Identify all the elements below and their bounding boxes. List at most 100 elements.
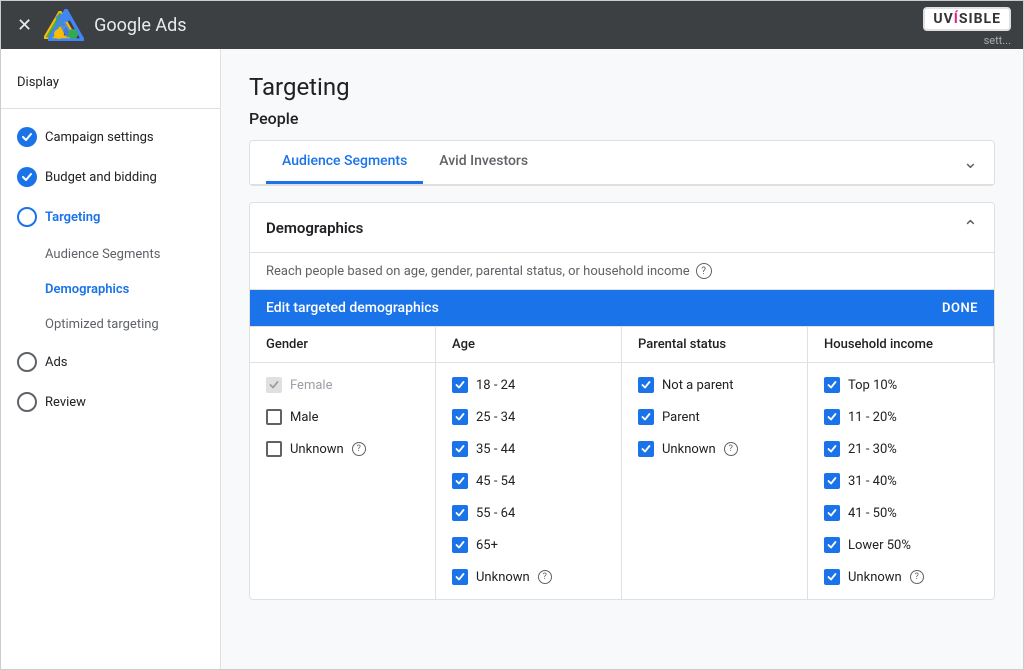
sidebar-item-budget-bidding[interactable]: Budget and bidding: [1, 157, 220, 197]
description-text: Reach people based on age, gender, paren…: [266, 264, 690, 279]
sidebar-item-review[interactable]: Review: [1, 382, 220, 422]
chevron-down-icon[interactable]: ⌄: [963, 152, 978, 173]
checkbox-41-50[interactable]: [824, 505, 840, 521]
income-unknown-row[interactable]: Unknown ?: [824, 563, 978, 591]
age-65plus-row[interactable]: 65+: [452, 531, 605, 559]
checkbox-lower50[interactable]: [824, 537, 840, 553]
income-top10-row[interactable]: Top 10%: [824, 371, 978, 399]
gender-unknown-row[interactable]: Unknown ?: [266, 435, 419, 463]
income-unknown-label: Unknown: [848, 570, 902, 585]
age-35-44-label: 35 - 44: [476, 442, 515, 457]
checkbox-45-54[interactable]: [452, 473, 468, 489]
ads-label: Ads: [45, 355, 68, 370]
not-parent-label: Not a parent: [662, 378, 733, 393]
income-31-40-row[interactable]: 31 - 40%: [824, 467, 978, 495]
gender-female-row[interactable]: Female: [266, 371, 419, 399]
checkbox-gender-unknown[interactable]: [266, 441, 282, 457]
income-41-50-row[interactable]: 41 - 50%: [824, 499, 978, 527]
checkbox-income-unknown[interactable]: [824, 569, 840, 585]
gender-unknown-label: Unknown: [290, 442, 344, 457]
checkbox-18-24[interactable]: [452, 377, 468, 393]
checkbox-31-40[interactable]: [824, 473, 840, 489]
age-18-24-label: 18 - 24: [476, 378, 515, 393]
demographics-table: Gender Age Parental status Household inc…: [250, 326, 994, 599]
checkbox-parental-unknown[interactable]: [638, 441, 654, 457]
sidebar-item-ads[interactable]: Ads: [1, 342, 220, 382]
income-21-30-row[interactable]: 21 - 30%: [824, 435, 978, 463]
settings-label: sett...: [984, 34, 1011, 47]
col-parental-status: Not a parent Parent Unknown ?: [622, 363, 808, 599]
demographics-section: Demographics ⌃ Reach people based on age…: [249, 202, 995, 600]
parent-label: Parent: [662, 410, 700, 425]
review-label: Review: [45, 395, 86, 410]
checkbox-not-parent[interactable]: [638, 377, 654, 393]
income-lower50-row[interactable]: Lower 50%: [824, 531, 978, 559]
age-25-34-row[interactable]: 25 - 34: [452, 403, 605, 431]
age-unknown-label: Unknown: [476, 570, 530, 585]
income-11-20-row[interactable]: 11 - 20%: [824, 403, 978, 431]
checkbox-35-44[interactable]: [452, 441, 468, 457]
top10-label: Top 10%: [848, 378, 897, 393]
checkbox-age-unknown[interactable]: [452, 569, 468, 585]
app-window: ✕ Google Ads UVÍSIBLE set: [0, 0, 1024, 670]
people-section-title: People: [249, 109, 995, 128]
sidebar-item-audience-segments[interactable]: Audience Segments: [1, 237, 220, 272]
sidebar-item-optimized-targeting[interactable]: Optimized targeting: [1, 307, 220, 342]
age-25-34-label: 25 - 34: [476, 410, 515, 425]
col-header-age: Age: [436, 327, 622, 363]
sidebar-item-targeting[interactable]: Targeting: [1, 197, 220, 237]
checkbox-11-20[interactable]: [824, 409, 840, 425]
collapse-icon[interactable]: ⌃: [963, 217, 978, 238]
done-button[interactable]: DONE: [942, 301, 978, 316]
female-label: Female: [290, 378, 332, 393]
age-45-54-row[interactable]: 45 - 54: [452, 467, 605, 495]
page-title: Targeting: [249, 73, 995, 101]
tab-audience-segments[interactable]: Audience Segments: [266, 141, 423, 184]
campaign-settings-label: Campaign settings: [45, 130, 154, 145]
app-title: Google Ads: [94, 15, 186, 36]
optimized-targeting-label: Optimized targeting: [45, 317, 159, 332]
lower50-label: Lower 50%: [848, 538, 911, 553]
checkbox-top10[interactable]: [824, 377, 840, 393]
col-header-gender: Gender: [250, 327, 436, 363]
tab-avid-investors[interactable]: Avid Investors: [423, 141, 544, 184]
income-11-20-label: 11 - 20%: [848, 410, 897, 425]
age-65plus-label: 65+: [476, 538, 498, 553]
col-household-income: Top 10% 11 - 20% 21 - 30% 31 - 40%: [808, 363, 994, 599]
checkbox-parent[interactable]: [638, 409, 654, 425]
open-circle-review: [17, 392, 37, 412]
age-55-64-row[interactable]: 55 - 64: [452, 499, 605, 527]
uvisible-badge: UVÍSIBLE: [923, 7, 1011, 31]
checkbox-65plus[interactable]: [452, 537, 468, 553]
checkbox-female[interactable]: [266, 377, 282, 393]
gender-male-row[interactable]: Male: [266, 403, 419, 431]
age-unknown-row[interactable]: Unknown ?: [452, 563, 605, 591]
check-icon-campaign: [17, 127, 37, 147]
parental-parent-row[interactable]: Parent: [638, 403, 791, 431]
checkbox-male[interactable]: [266, 409, 282, 425]
sidebar-item-campaign-settings[interactable]: Campaign settings: [1, 117, 220, 157]
checkbox-55-64[interactable]: [452, 505, 468, 521]
edit-bar-title: Edit targeted demographics: [266, 300, 439, 316]
checkbox-25-34[interactable]: [452, 409, 468, 425]
top-bar: ✕ Google Ads UVÍSIBLE set: [1, 1, 1023, 49]
age-18-24-row[interactable]: 18 - 24: [452, 371, 605, 399]
targeting-label: Targeting: [45, 210, 100, 225]
close-button[interactable]: ✕: [17, 15, 32, 36]
app-logo: Google Ads: [44, 9, 186, 41]
income-31-40-label: 31 - 40%: [848, 474, 897, 489]
col-gender: Female Male Unknown ?: [250, 363, 436, 599]
check-icon-budget: [17, 167, 37, 187]
checkbox-21-30[interactable]: [824, 441, 840, 457]
age-35-44-row[interactable]: 35 - 44: [452, 435, 605, 463]
budget-bidding-label: Budget and bidding: [45, 170, 157, 185]
age-unknown-info-icon: ?: [538, 570, 552, 584]
parental-unknown-row[interactable]: Unknown ?: [638, 435, 791, 463]
sidebar: Display Campaign settings Budget and bid…: [1, 49, 221, 669]
income-21-30-label: 21 - 30%: [848, 442, 897, 457]
parental-not-parent-row[interactable]: Not a parent: [638, 371, 791, 399]
income-41-50-label: 41 - 50%: [848, 506, 897, 521]
sidebar-item-demographics[interactable]: Demographics: [1, 272, 220, 307]
parental-unknown-label: Unknown: [662, 442, 716, 457]
open-circle-ads: [17, 352, 37, 372]
